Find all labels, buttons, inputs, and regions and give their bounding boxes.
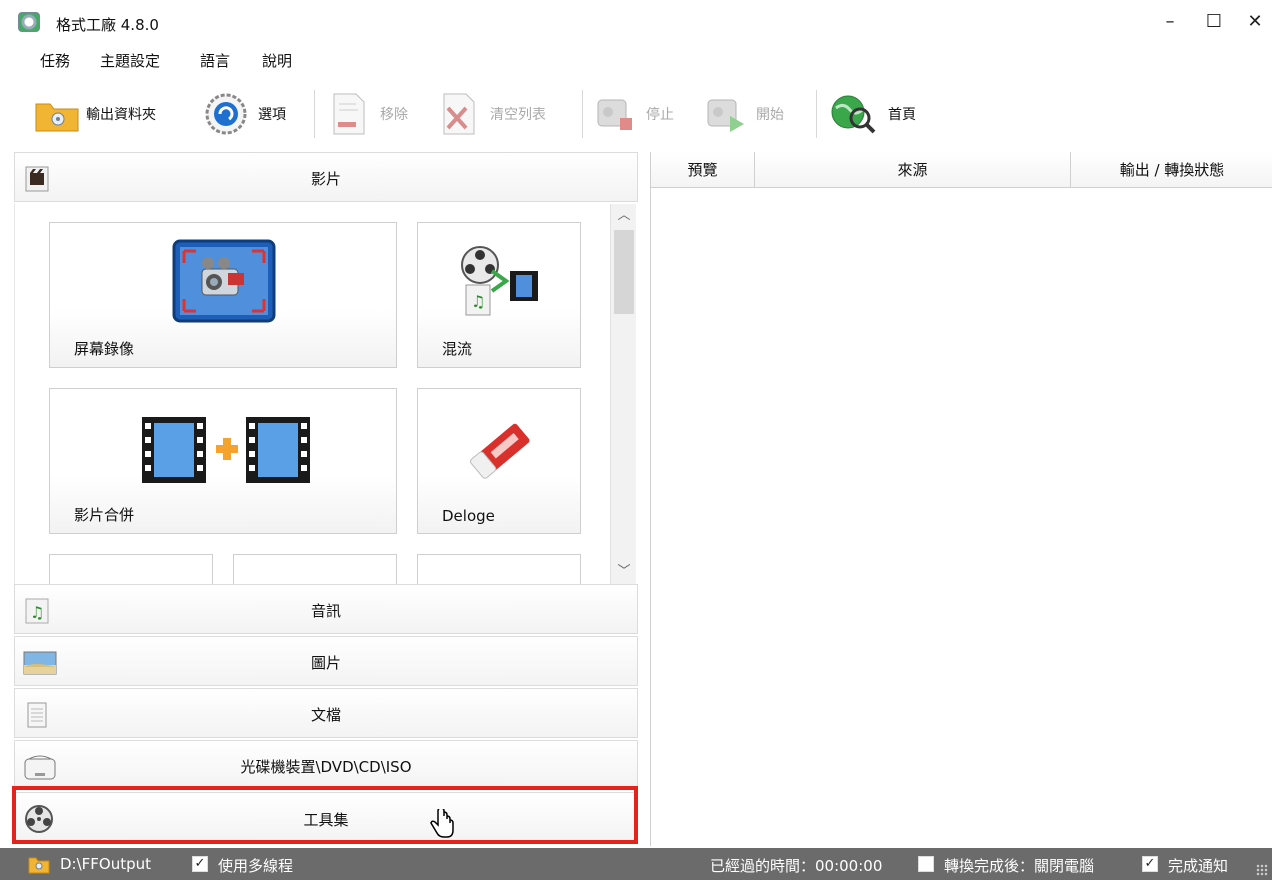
tile-screen-record-label: 屏幕錄像 [74,340,135,358]
tile-partial[interactable] [233,554,397,584]
column-source[interactable]: 來源 [755,152,1071,188]
category-document[interactable]: 文檔 [14,688,638,738]
folder-icon [34,92,80,136]
stop-label: 停止 [646,107,674,123]
gear-icon [200,92,252,136]
utilities-highlight-box [12,786,638,844]
clear-list-button[interactable]: 清空列表 [438,88,546,140]
menu-bar: 任務 主題設定 語言 說明 [0,46,1272,76]
start-label: 開始 [756,107,784,123]
tile-partial[interactable] [417,554,581,584]
remove-button[interactable]: 移除 [328,88,408,140]
toolbar-separator [314,90,315,138]
elapsed-time: 已經過的時間：00:00:00 [710,857,883,875]
output-folder-button[interactable]: 輸出資料夾 [34,88,156,140]
globe-search-icon [826,92,882,136]
category-audio[interactable]: ♫ 音訊 [14,584,638,634]
tile-screen-record[interactable]: 屏幕錄像 [49,222,397,368]
remove-document-icon [328,92,374,136]
video-join-icon [140,413,312,491]
tile-partial[interactable] [49,554,213,584]
output-folder-status-icon [28,854,50,878]
category-document-label: 文檔 [310,706,341,724]
toolbar: 輸出資料夾 選項 移除 清空列表 停止 開始 首頁 [0,82,1272,146]
notify-label: 完成通知 [1168,857,1229,875]
home-label: 首頁 [888,107,916,123]
scroll-thumb[interactable] [614,230,634,314]
after-convert-checkbox[interactable] [918,856,934,872]
column-preview[interactable]: 預覽 [651,152,755,188]
close-button[interactable]: ✕ [1243,10,1267,34]
mux-icon: ♫ [458,243,548,327]
category-rom-device[interactable]: 光碟機裝置\DVD\CD\ISO [14,740,638,790]
clear-list-label: 清空列表 [490,107,546,123]
stop-button[interactable]: 停止 [594,88,674,140]
category-picture-label: 圖片 [310,654,341,672]
options-button[interactable]: 選項 [200,88,286,140]
eraser-icon [460,413,540,493]
output-folder-path[interactable]: D:\FFOutput [60,855,151,873]
remove-label: 移除 [380,107,408,123]
toolbar-separator [582,90,583,138]
start-button[interactable]: 開始 [704,88,784,140]
category-panel: 影片 屏幕錄像 ♫ 混流 影片合併 Deloge ︿ ﹀ ♫ 音訊 圖片 文檔 … [12,152,638,846]
stop-icon [594,92,640,136]
output-folder-label: 輸出資料夾 [86,107,156,123]
category-picture[interactable]: 圖片 [14,636,638,686]
maximize-button[interactable]: ☐ [1202,10,1226,34]
grid-scrollbar[interactable]: ︿ ﹀ [610,204,636,584]
tile-video-join-label: 影片合併 [74,506,135,524]
toolbar-separator [816,90,817,138]
after-convert-label: 轉換完成後：關閉電腦 [944,857,1095,875]
task-list-panel: 預覽 來源 輸出 / 轉換狀態 [650,152,1272,846]
menu-language[interactable]: 語言 [200,50,230,71]
menu-theme[interactable]: 主題設定 [100,50,160,71]
menu-task[interactable]: 任務 [40,50,70,71]
options-label: 選項 [258,107,286,123]
screen-record-icon [172,239,276,329]
category-video-label: 影片 [310,170,341,188]
multithread-checkbox[interactable]: ✓ [192,856,208,872]
minimize-button[interactable]: – [1158,10,1182,34]
status-bar: D:\FFOutput ✓ 使用多線程 已經過的時間：00:00:00 轉換完成… [0,848,1272,880]
column-output-status[interactable]: 輸出 / 轉換狀態 [1071,152,1272,188]
video-tools-grid: 屏幕錄像 ♫ 混流 影片合併 Deloge [14,204,610,584]
notify-checkbox[interactable]: ✓ [1142,856,1158,872]
home-button[interactable]: 首頁 [826,88,916,140]
title-bar: 格式工廠 4.8.0 – ☐ ✕ [0,0,1272,46]
tile-mux-label: 混流 [442,340,473,358]
category-rom-device-label: 光碟機裝置\DVD\CD\ISO [240,758,412,776]
window-title: 格式工廠 4.8.0 [56,16,159,34]
tile-deloge-label: Deloge [442,507,495,525]
clear-list-icon [438,92,484,136]
category-audio-label: 音訊 [310,602,341,620]
svg-text:♫: ♫ [471,292,485,311]
tile-video-join[interactable]: 影片合併 [49,388,397,534]
resize-grip-icon[interactable] [1256,864,1268,876]
menu-help[interactable]: 說明 [262,50,292,71]
tile-deloge[interactable]: Deloge [417,388,581,534]
tile-mux[interactable]: ♫ 混流 [417,222,581,368]
start-icon [704,92,750,136]
scroll-down-arrow-icon[interactable]: ﹀ [613,562,635,582]
scroll-up-arrow-icon[interactable]: ︿ [613,206,635,226]
category-video[interactable]: 影片 [14,152,638,202]
app-logo-icon [18,12,40,32]
multithread-label: 使用多線程 [218,857,294,875]
